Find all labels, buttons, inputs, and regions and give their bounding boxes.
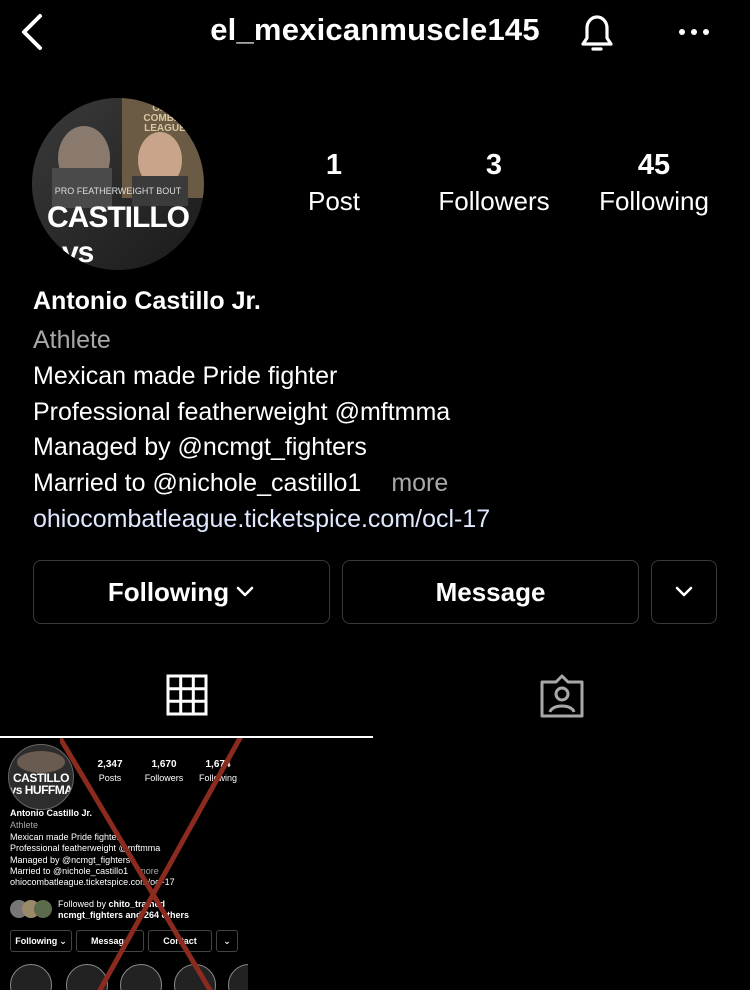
post-thumbnail[interactable]: CASTILLO vs HUFFMA 2,347 Posts 1,670 Fol… bbox=[0, 738, 248, 990]
preview-dropdown-button: ⌄ bbox=[216, 930, 238, 952]
chevron-down-icon bbox=[675, 586, 693, 597]
preview-followed-by-prefix: Followed by bbox=[58, 899, 109, 909]
notifications-button[interactable] bbox=[573, 10, 621, 54]
avatar-brand-text: OHIO COMBAT LEAGUE bbox=[143, 103, 187, 134]
followers-count: 3 bbox=[485, 149, 503, 181]
preview-bio-line: Married to @nichole_castillo1 more bbox=[10, 866, 159, 878]
chevron-down-icon: ⌄ bbox=[223, 935, 231, 946]
preview-highlight bbox=[120, 964, 162, 990]
preview-message-label: Message bbox=[90, 936, 130, 946]
bio-line-text: Married to @nichole_castillo1 bbox=[33, 469, 362, 497]
followers-label: Followers bbox=[438, 186, 550, 216]
preview-followed-by-others: ncmgt_fighters and 264 others bbox=[58, 910, 190, 920]
preview-highlight bbox=[228, 964, 248, 990]
avatar-subtitle: PRO FEATHERWEIGHT BOUT bbox=[54, 186, 182, 196]
bio-line: Married to @nichole_castillo1 more bbox=[33, 468, 448, 498]
bio-line: Professional featherweight @mftmma bbox=[33, 398, 451, 426]
preview-following-label: Following bbox=[198, 773, 238, 783]
preview-message-button: Message bbox=[76, 930, 144, 952]
message-button[interactable]: Message bbox=[342, 560, 639, 624]
avatar-title-line2: vs HUFFMAN bbox=[62, 236, 94, 269]
preview-avatar-photo bbox=[17, 751, 65, 773]
suggested-accounts-button[interactable] bbox=[651, 560, 717, 624]
bio-more-link[interactable]: more bbox=[391, 469, 448, 497]
preview-link: ohiocombatleague.ticketspice.com/ocl-17 bbox=[10, 877, 175, 887]
profile-category: Athlete bbox=[33, 326, 111, 354]
preview-bio-line: Mexican made Pride fighter bbox=[10, 832, 120, 842]
preview-followed-by: Followed by chito_trained bbox=[58, 899, 165, 911]
bio-website-link[interactable]: ohiocombatleague.ticketspice.com/ocl-17 bbox=[33, 504, 490, 534]
preview-highlight bbox=[10, 964, 52, 990]
more-horizontal-icon bbox=[679, 29, 709, 35]
preview-following-count: 1,674 bbox=[205, 759, 231, 770]
preview-bio-line-text: Married to @nichole_castillo1 bbox=[10, 866, 129, 876]
preview-followed-by-user: chito_trained bbox=[108, 899, 166, 909]
grid-icon bbox=[166, 674, 208, 716]
preview-contact-button: Contact bbox=[148, 930, 212, 952]
preview-more: more bbox=[138, 866, 159, 876]
profile-name: Antonio Castillo Jr. bbox=[33, 287, 261, 315]
bio-line: Mexican made Pride fighter bbox=[33, 362, 338, 390]
bell-icon bbox=[581, 15, 613, 51]
tagged-icon bbox=[540, 674, 584, 718]
preview-avatar: CASTILLO vs HUFFMA bbox=[8, 744, 74, 810]
preview-posts-count: 2,347 bbox=[97, 759, 123, 770]
profile-avatar[interactable]: OHIO COMBAT LEAGUE PRO FEATHERWEIGHT BOU… bbox=[32, 98, 204, 270]
following-label: Following bbox=[599, 186, 709, 216]
preview-following-stat: 1,674 Following bbox=[188, 759, 248, 785]
posts-count: 1 bbox=[325, 149, 343, 181]
preview-avatar-line2: vs HUFFMA bbox=[9, 783, 73, 797]
preview-highlight bbox=[174, 964, 216, 990]
avatar-title-line1: CASTILLO bbox=[47, 201, 190, 234]
bio-line: Managed by @ncmgt_fighters bbox=[33, 433, 367, 461]
posts-label: Post bbox=[307, 186, 361, 216]
preview-posts-stat: 2,347 Posts bbox=[80, 759, 140, 785]
preview-name: Antonio Castillo Jr. bbox=[10, 808, 93, 818]
tab-posts-grid[interactable] bbox=[166, 674, 208, 716]
message-button-label: Message bbox=[435, 576, 546, 607]
following-button-label: Following bbox=[107, 576, 230, 607]
tab-tagged[interactable] bbox=[538, 674, 586, 718]
preview-bio-line: Professional featherweight @mftmma bbox=[10, 843, 161, 853]
preview-highlight bbox=[66, 964, 108, 990]
chevron-down-icon: ⌄ bbox=[59, 935, 67, 946]
preview-following-button: Following ⌄ bbox=[10, 930, 72, 952]
followers-stat[interactable]: 3 Followers bbox=[424, 148, 564, 220]
posts-stat[interactable]: 1 Post bbox=[274, 148, 394, 220]
more-options-button[interactable] bbox=[676, 22, 716, 42]
following-count: 45 bbox=[637, 149, 671, 181]
preview-mini-avatar bbox=[34, 900, 52, 918]
chevron-down-icon bbox=[236, 586, 254, 597]
preview-followed-by-avatars bbox=[10, 900, 54, 918]
preview-posts-label: Posts bbox=[98, 773, 122, 783]
preview-bio-line: Managed by @ncmgt_fighters bbox=[10, 855, 131, 865]
preview-category: Athlete bbox=[10, 820, 39, 830]
following-button[interactable]: Following bbox=[33, 560, 330, 624]
profile-username: el_mexicanmuscle145 bbox=[210, 12, 540, 47]
preview-followers-stat: 1,670 Followers bbox=[134, 759, 194, 785]
following-stat[interactable]: 45 Following bbox=[584, 148, 724, 220]
preview-following-label: Following bbox=[15, 936, 58, 946]
preview-followers-label: Followers bbox=[144, 773, 184, 783]
preview-followers-count: 1,670 bbox=[151, 759, 177, 770]
preview-contact-label: Contact bbox=[163, 936, 197, 946]
